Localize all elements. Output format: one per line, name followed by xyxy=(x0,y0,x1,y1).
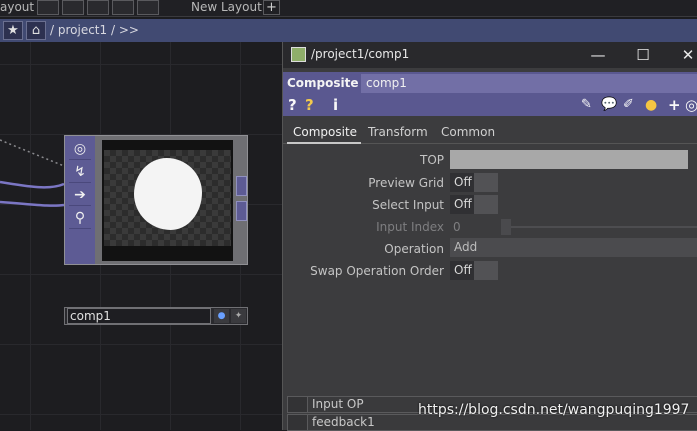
minimize-button[interactable]: — xyxy=(583,44,613,66)
node-expand-icon[interactable]: ✦ xyxy=(231,309,246,323)
layout-split-vertical-icon[interactable] xyxy=(62,0,84,15)
python-icon[interactable]: ● xyxy=(645,95,657,115)
param-preview-grid-toggle[interactable] xyxy=(474,173,498,192)
reference-wire xyxy=(0,139,65,167)
table-header-label: Input OP xyxy=(312,397,364,411)
param-input-index-value[interactable]: 0 xyxy=(453,220,461,234)
param-input-index-label: Input Index xyxy=(376,220,444,234)
tab-transform[interactable]: Transform xyxy=(368,125,428,139)
maximize-button[interactable]: ☐ xyxy=(628,44,658,66)
noise-blob xyxy=(134,158,202,230)
viewer-flag-icon[interactable]: ◎ xyxy=(69,138,91,160)
node-info-icon[interactable]: ● xyxy=(214,309,229,323)
param-top-field[interactable] xyxy=(450,150,688,169)
input-wire-2 xyxy=(0,200,65,207)
network-editor[interactable]: ◎ ↯ ➔ ⚲ comp1 ● ✦ xyxy=(0,42,282,430)
layout-bar: ayout New Layout + xyxy=(0,0,697,17)
table-row-value[interactable]: feedback1 xyxy=(312,415,375,430)
window-title: /project1/comp1 xyxy=(311,47,410,61)
output-connector-1[interactable] xyxy=(236,176,247,196)
layout-split-horizontal-icon[interactable] xyxy=(87,0,109,15)
param-input-index-slider-handle[interactable] xyxy=(501,219,511,235)
node-preview-image xyxy=(104,150,231,246)
clipboard-icon[interactable]: ✐ xyxy=(623,95,634,115)
operator-name-field[interactable]: comp1 xyxy=(361,74,697,93)
layout-single-icon[interactable] xyxy=(37,0,59,15)
param-swap-order-value[interactable]: Off xyxy=(450,261,476,280)
parameter-tabs: Composite Transform Common xyxy=(283,122,697,144)
param-preview-grid-label: Preview Grid xyxy=(368,176,444,190)
close-button[interactable]: ✕ xyxy=(673,44,697,66)
home-icon[interactable]: ⌂ xyxy=(26,21,46,40)
param-swap-order-toggle[interactable] xyxy=(474,261,498,280)
param-operation-select[interactable]: Add xyxy=(450,238,697,257)
layout-quad-icon[interactable] xyxy=(137,0,159,15)
star-icon[interactable]: ★ xyxy=(3,21,23,40)
info-icon[interactable]: i xyxy=(333,95,338,115)
table-header-index-cell xyxy=(288,397,308,412)
tab-composite[interactable]: Composite xyxy=(293,125,357,139)
layout-three-pane-icon[interactable] xyxy=(112,0,134,15)
operator-header: Composite comp1 xyxy=(283,72,697,94)
operator-type: Composite xyxy=(287,76,359,90)
path-bar: ★ ⌂ / project1 / >> xyxy=(0,19,697,42)
comp1-node[interactable]: ◎ ↯ ➔ ⚲ xyxy=(64,135,248,265)
help-icon[interactable]: ? xyxy=(288,95,297,115)
tab-common[interactable]: Common xyxy=(441,125,495,139)
node-name-bar: comp1 ● ✦ xyxy=(64,307,248,325)
watermark-text: https://blog.csdn.net/wangpuqing1997 xyxy=(418,402,690,418)
param-swap-order-label: Swap Operation Order xyxy=(310,264,444,278)
table-row-index-cell xyxy=(288,415,308,430)
node-name-field[interactable]: comp1 xyxy=(67,308,211,324)
param-preview-grid-value[interactable]: Off xyxy=(450,173,476,192)
param-select-input-toggle[interactable] xyxy=(474,195,498,214)
parameter-window: /project1/comp1 — ☐ ✕ Composite comp1 ? … xyxy=(282,42,697,431)
edit-icon[interactable]: ✎ xyxy=(581,95,592,115)
display-flag-icon[interactable]: ➔ xyxy=(69,184,91,206)
active-tab-indicator xyxy=(287,142,361,144)
param-select-input-value[interactable]: Off xyxy=(450,195,476,214)
operator-icon-row: ? ? i ✎ 💬 ✐ ● + ◎ xyxy=(283,94,697,116)
param-select-input-label: Select Input xyxy=(372,198,444,212)
output-connector-2[interactable] xyxy=(236,201,247,221)
input-wire-1 xyxy=(0,180,65,189)
param-operation-label: Operation xyxy=(384,242,444,256)
add-layout-button[interactable]: + xyxy=(263,0,280,15)
python-help-icon[interactable]: ? xyxy=(305,95,314,115)
param-top-label: TOP xyxy=(419,153,444,167)
breadcrumb[interactable]: / project1 / >> xyxy=(50,23,139,37)
new-layout-label[interactable]: New Layout xyxy=(191,0,262,15)
comment-icon[interactable]: 💬 xyxy=(601,95,617,115)
app-icon xyxy=(291,47,306,62)
node-flag-strip: ◎ ↯ ➔ ⚲ xyxy=(65,136,95,264)
window-titlebar[interactable]: /project1/comp1 — ☐ ✕ xyxy=(283,42,697,68)
add-parameter-icon[interactable]: + xyxy=(668,95,681,115)
lock-flag-icon[interactable]: ⚲ xyxy=(69,207,91,229)
target-icon[interactable]: ◎ xyxy=(685,95,697,115)
param-input-index-slider[interactable] xyxy=(503,226,697,228)
bypass-flag-icon[interactable]: ↯ xyxy=(69,161,91,183)
layout-label: ayout xyxy=(0,0,35,14)
